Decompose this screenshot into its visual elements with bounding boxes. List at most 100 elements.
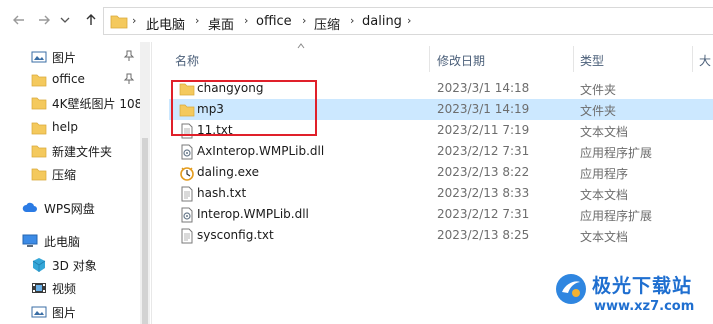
sidebar-item-label: office — [52, 72, 85, 86]
file-row-hash-txt[interactable]: hash.txt 2023/2/13 8:33 文本文档 — [169, 183, 713, 204]
file-name: Interop.WMPLib.dll — [197, 207, 309, 221]
sidebar-item-office[interactable]: office — [0, 69, 150, 91]
pane-divider[interactable] — [151, 42, 152, 324]
file-row-interop-dll[interactable]: Interop.WMPLib.dll 2023/2/12 7:31 应用程序扩展 — [169, 204, 713, 225]
file-row-daling-exe[interactable]: daling.exe 2023/2/13 8:22 应用程序 — [169, 162, 713, 183]
folder-icon — [31, 74, 47, 87]
column-header-date-modified[interactable]: 修改日期 — [437, 52, 485, 69]
file-type: 应用程序 — [580, 167, 629, 181]
back-button[interactable] — [8, 9, 30, 31]
column-header-name[interactable]: 名称 — [175, 52, 199, 69]
column-header-row: 名称 修改日期 类型 大 — [152, 42, 713, 74]
recent-locations-button[interactable] — [57, 9, 73, 31]
watermark-site-name: 极光下载站 — [592, 275, 693, 297]
sidebar-item-label: 3D 对象 — [52, 259, 97, 273]
arrow-up-icon — [86, 14, 96, 25]
breadcrumb-separator: › — [195, 14, 200, 27]
breadcrumb-item[interactable]: 桌面 — [208, 14, 234, 33]
dll-icon — [181, 207, 193, 223]
breadcrumb-item[interactable]: office — [256, 14, 292, 29]
file-date-modified: 2023/2/12 7:31 — [437, 144, 530, 158]
breadcrumb-item[interactable]: 压缩 — [314, 14, 340, 33]
site-logo-icon — [556, 274, 586, 304]
sidebar-item-label: 此电脑 — [44, 235, 81, 249]
dll-icon — [181, 144, 193, 160]
watermark-url: www.xz7.com — [594, 299, 695, 314]
sidebar-item-label: WPS网盘 — [44, 202, 95, 216]
sidebar-item-label: 视频 — [52, 282, 77, 296]
sidebar-item-label: help — [52, 120, 78, 134]
breadcrumb-item[interactable]: 此电脑 — [146, 14, 185, 33]
cloud-icon — [22, 202, 37, 212]
file-date-modified: 2023/2/13 8:25 — [437, 228, 530, 242]
sidebar-item-help[interactable]: help — [0, 117, 150, 139]
arrow-right-icon — [39, 15, 50, 25]
sidebar-item-wps-cloud[interactable]: WPS网盘 — [0, 197, 150, 219]
file-type: 文本文档 — [580, 230, 629, 244]
file-date-modified: 2023/2/12 7:31 — [437, 207, 530, 221]
sidebar-item-new-folder[interactable]: 新建文件夹 — [0, 140, 150, 162]
file-type: 文本文档 — [580, 125, 629, 139]
column-header-size[interactable]: 大 — [699, 52, 711, 69]
videos-icon — [32, 283, 46, 293]
sidebar-item-pictures-pc[interactable]: 图片 — [0, 301, 150, 323]
sidebar-item-label: 图片 — [52, 306, 77, 320]
highlight-annotation-box — [171, 80, 317, 136]
sidebar-item-3d-objects[interactable]: 3D 对象 — [0, 254, 150, 276]
file-row-sysconfig-txt[interactable]: sysconfig.txt 2023/2/13 8:25 文本文档 — [169, 225, 713, 246]
computer-icon — [22, 234, 38, 247]
sidebar-item-label: 图片 — [52, 51, 77, 65]
sidebar-item-label: 新建文件夹 — [52, 145, 113, 159]
address-toolbar: › 此电脑 › 桌面 › office › 压缩 › daling › — [0, 0, 713, 42]
file-row-axinterop-dll[interactable]: AxInterop.WMPLib.dll 2023/2/12 7:31 应用程序… — [169, 141, 713, 162]
sidebar-item-this-pc[interactable]: 此电脑 — [0, 230, 150, 252]
sidebar-scrollbar-thumb[interactable] — [142, 138, 148, 324]
column-resize-handle[interactable] — [573, 46, 574, 72]
breadcrumb-separator: › — [350, 14, 355, 27]
folder-icon — [31, 97, 47, 110]
file-type: 文件夹 — [580, 83, 617, 97]
3d-objects-icon — [32, 258, 46, 272]
file-name: AxInterop.WMPLib.dll — [197, 144, 325, 158]
pictures-icon — [31, 306, 47, 318]
sidebar-item-label: 压缩 — [52, 168, 77, 182]
column-resize-handle[interactable] — [429, 46, 430, 72]
file-date-modified: 2023/3/1 14:19 — [437, 102, 530, 116]
pin-icon — [123, 73, 135, 84]
folder-icon — [31, 145, 47, 158]
up-button[interactable] — [80, 9, 102, 31]
breadcrumb-separator: › — [132, 14, 137, 27]
file-type: 文件夹 — [580, 104, 617, 118]
sidebar-item-pictures[interactable]: 图片 — [0, 46, 150, 68]
file-type: 应用程序扩展 — [580, 146, 653, 160]
file-name: sysconfig.txt — [197, 228, 274, 242]
address-bar[interactable]: › 此电脑 › 桌面 › office › 压缩 › daling › — [103, 7, 713, 35]
folder-icon — [110, 15, 128, 29]
sidebar-item-4k-wallpapers[interactable]: 4K壁纸图片 108 — [0, 92, 150, 114]
file-type: 文本文档 — [580, 188, 629, 202]
text-file-icon — [181, 186, 193, 202]
breadcrumb-separator: › — [244, 14, 249, 27]
exe-icon — [180, 167, 194, 181]
file-date-modified: 2023/2/13 8:22 — [437, 165, 530, 179]
sidebar-item-videos[interactable]: 视频 — [0, 277, 150, 299]
folder-icon — [31, 168, 47, 181]
sidebar-item-compressed[interactable]: 压缩 — [0, 163, 150, 185]
text-file-icon — [181, 228, 193, 244]
arrow-left-icon — [13, 15, 24, 25]
breadcrumb-item[interactable]: daling — [362, 14, 402, 29]
breadcrumb-separator: › — [407, 14, 412, 27]
column-header-type[interactable]: 类型 — [580, 52, 604, 69]
file-type: 应用程序扩展 — [580, 209, 653, 223]
file-date-modified: 2023/2/13 8:33 — [437, 186, 530, 200]
breadcrumb-separator: › — [302, 14, 307, 27]
watermark: 极光下载站 www.xz7.com — [554, 268, 712, 322]
file-date-modified: 2023/3/1 14:18 — [437, 81, 530, 95]
file-name: daling.exe — [197, 165, 259, 179]
sidebar-item-label: 4K壁纸图片 108 — [52, 97, 143, 111]
chevron-down-icon — [60, 17, 70, 23]
pin-icon — [123, 50, 135, 61]
forward-button[interactable] — [33, 9, 55, 31]
column-resize-handle[interactable] — [692, 46, 693, 72]
navigation-pane: 图片 office 4K壁纸图片 108 help 新建文件夹 压缩 WPS网盘… — [0, 42, 150, 324]
